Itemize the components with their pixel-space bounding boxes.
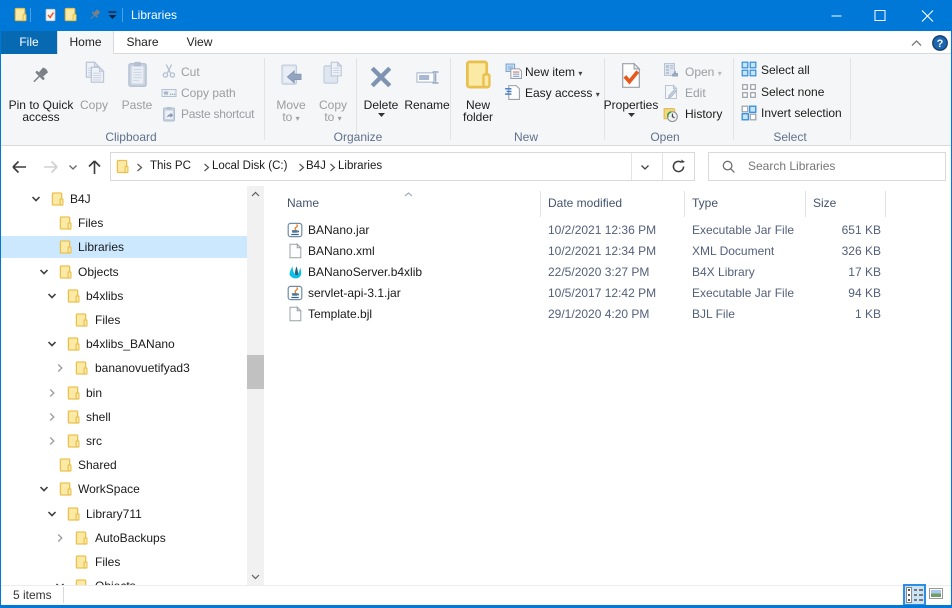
svg-text:?: ?: [937, 38, 944, 50]
